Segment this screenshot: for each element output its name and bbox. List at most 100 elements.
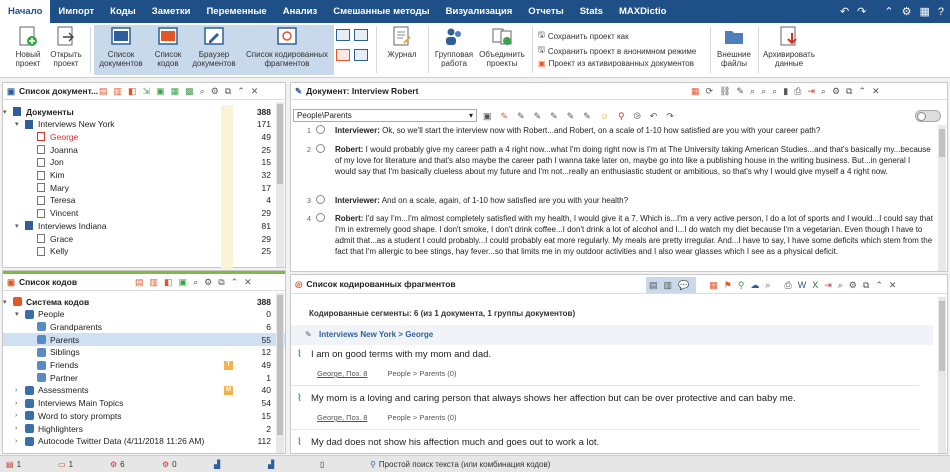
coding-icon[interactable]: ▣ — [483, 111, 492, 122]
menu-reports[interactable]: Отчеты — [520, 0, 571, 23]
expand-icon[interactable]: › — [15, 387, 17, 394]
expand-icon[interactable]: ▾ — [15, 310, 19, 318]
highlight-5-icon[interactable]: ✎ — [567, 111, 575, 122]
options-gear-icon[interactable]: ⚙ — [211, 86, 219, 97]
highlight-3-icon[interactable]: ✎ — [534, 111, 542, 122]
layout-grid-icon[interactable] — [336, 29, 350, 41]
menu-codes[interactable]: Коды — [102, 0, 144, 23]
menu-visualization[interactable]: Визуализация — [438, 0, 521, 23]
menu-variables[interactable]: Переменные — [198, 0, 274, 23]
code-tree-row[interactable]: › Assessments M 40 — [3, 384, 285, 397]
doc-search-2-icon[interactable]: ⌕ — [761, 86, 766, 97]
word-icon[interactable]: W — [798, 280, 807, 291]
expand-icon[interactable]: ▾ — [3, 108, 7, 116]
code-tree-row[interactable]: › Highlighters 2 — [3, 422, 285, 435]
emoticon-icon[interactable]: ☺ — [600, 111, 609, 122]
undo-coding-icon[interactable]: ↶ — [650, 111, 658, 122]
ribbon-collapse-icon[interactable]: ⌃ — [884, 5, 893, 18]
edit-toggle[interactable] — [915, 110, 941, 122]
expand-icon[interactable]: ▾ — [15, 222, 19, 230]
redo-icon[interactable]: ↷ — [857, 5, 866, 18]
code-tree-row[interactable]: ▾ People 0 — [3, 308, 285, 321]
code-tree-row[interactable]: Grandparents 6 — [3, 320, 285, 333]
open-project-button[interactable]: Открыть проект — [48, 25, 84, 75]
code-tree-row[interactable]: ▾ Система кодов 388 — [3, 295, 285, 308]
code-tree-row[interactable]: Partner 1 — [3, 371, 285, 384]
project-from-active-item[interactable]: ▣ Проект из активированных документов — [538, 59, 694, 68]
menu-home[interactable]: Начало — [0, 0, 51, 23]
excel-icon[interactable]: X — [812, 280, 818, 291]
activate-icon[interactable]: ▤ — [99, 86, 108, 97]
clock-icon[interactable] — [316, 125, 325, 134]
code-tree-row[interactable]: › Word to story prompts 15 — [3, 409, 285, 422]
code-reset-icon[interactable]: ◧ — [164, 277, 173, 288]
expand-icon[interactable]: › — [15, 438, 17, 445]
menu-import[interactable]: Импорт — [50, 0, 102, 23]
seg-view-2-icon[interactable]: ▥ — [664, 280, 673, 291]
expand-icon[interactable]: ▾ — [3, 298, 7, 306]
document-tree-row[interactable]: Jon 15 — [3, 156, 285, 169]
save-anonymous-item[interactable]: 🖫 Сохранить проект в анонимном режиме — [538, 44, 696, 58]
undock-icon[interactable]: ⧉ — [225, 86, 231, 97]
seg-close-icon[interactable]: ✕ — [889, 280, 897, 291]
layout-grid-2-icon[interactable] — [354, 29, 368, 41]
highlight-1-icon[interactable]: ✎ — [501, 111, 509, 122]
memo-badge[interactable]: T — [224, 360, 233, 370]
teamwork-button[interactable]: Групповая работа — [432, 25, 476, 75]
highlight-6-icon[interactable]: ✎ — [583, 111, 591, 122]
memo-badge[interactable]: M — [224, 385, 233, 395]
seg-undock-icon[interactable]: ⧉ — [863, 280, 869, 291]
document-tree-row[interactable]: Grace 29 — [3, 232, 285, 245]
calendar-icon[interactable]: ▦ — [691, 86, 700, 97]
print-icon[interactable]: ⎙ — [794, 86, 801, 97]
maximize-icon[interactable]: ⌃ — [237, 86, 245, 97]
document-list-button[interactable]: Список документов — [96, 25, 146, 75]
new-group-icon[interactable]: ▦ — [171, 86, 180, 97]
document-tree-row[interactable]: ▾Interviews IndianaM81 — [3, 219, 285, 232]
segments-scrollbar[interactable] — [938, 297, 946, 453]
external-files-button[interactable]: Внешние файлы — [714, 25, 754, 75]
code-tree-row[interactable]: Friends T 49 — [3, 359, 285, 372]
doc-close-icon[interactable]: ✕ — [872, 86, 880, 97]
reset-icon[interactable]: ◧ — [128, 86, 137, 97]
search-icon[interactable]: ⌕ — [200, 86, 205, 97]
layout-icon[interactable]: ▦ — [919, 5, 929, 18]
seg-filter-icon[interactable]: ⚲ — [738, 280, 745, 291]
code-tree-scrollbar[interactable] — [276, 293, 284, 453]
document-tree-scrollbar[interactable] — [276, 102, 284, 267]
import-icon[interactable]: ⇲ — [143, 86, 151, 97]
new-doc-icon[interactable]: ▣ — [156, 86, 165, 97]
seg-calendar-icon[interactable]: ▦ — [709, 280, 718, 291]
coding-redo-icon[interactable]: ↷ — [666, 111, 674, 122]
expand-icon[interactable]: › — [15, 425, 17, 432]
code-search-icon[interactable]: ⌕ — [193, 277, 198, 288]
code-list-button[interactable]: Список кодов — [148, 25, 188, 75]
menu-memos[interactable]: Заметки — [144, 0, 199, 23]
document-scrollbar[interactable] — [938, 125, 946, 271]
refresh-icon[interactable]: ⟳ — [706, 86, 714, 97]
seg-export-icon[interactable]: ⇥ — [824, 280, 832, 291]
seg-search-2-icon[interactable]: ⌕ — [838, 280, 843, 291]
document-tree-row[interactable]: Kelly 25 — [3, 245, 285, 258]
undo-icon[interactable]: ↶ — [840, 5, 849, 18]
doc-undock-icon[interactable]: ⧉ — [846, 86, 852, 97]
clock-icon[interactable] — [316, 195, 325, 204]
clock-icon[interactable] — [316, 144, 325, 153]
segment-source-link[interactable]: George, Поз. 8 — [317, 369, 367, 378]
seg-tag-icon[interactable]: ⚑ — [724, 280, 732, 291]
help-icon[interactable]: ? — [938, 6, 944, 18]
highlight-4-icon[interactable]: ✎ — [550, 111, 558, 122]
menu-maxdictio[interactable]: MAXDictio — [611, 0, 675, 23]
journal-button[interactable]: Журнал — [382, 25, 422, 75]
export-icon[interactable]: ⇥ — [807, 86, 815, 97]
deactivate-icon[interactable]: ▥ — [114, 86, 123, 97]
highlight-2-icon[interactable]: ✎ — [517, 111, 525, 122]
document-tree-row[interactable]: Teresa 4 — [3, 194, 285, 207]
seg-maximize-icon[interactable]: ⌃ — [875, 280, 883, 291]
clock-icon[interactable] — [316, 213, 325, 222]
menu-stats[interactable]: Stats — [572, 0, 611, 23]
menu-mixed-methods[interactable]: Смешанные методы — [325, 0, 437, 23]
code-maximize-icon[interactable]: ⌃ — [231, 277, 239, 288]
code-options-gear-icon[interactable]: ⚙ — [204, 277, 212, 288]
text-format-icon[interactable]: ⧁ — [634, 111, 641, 122]
